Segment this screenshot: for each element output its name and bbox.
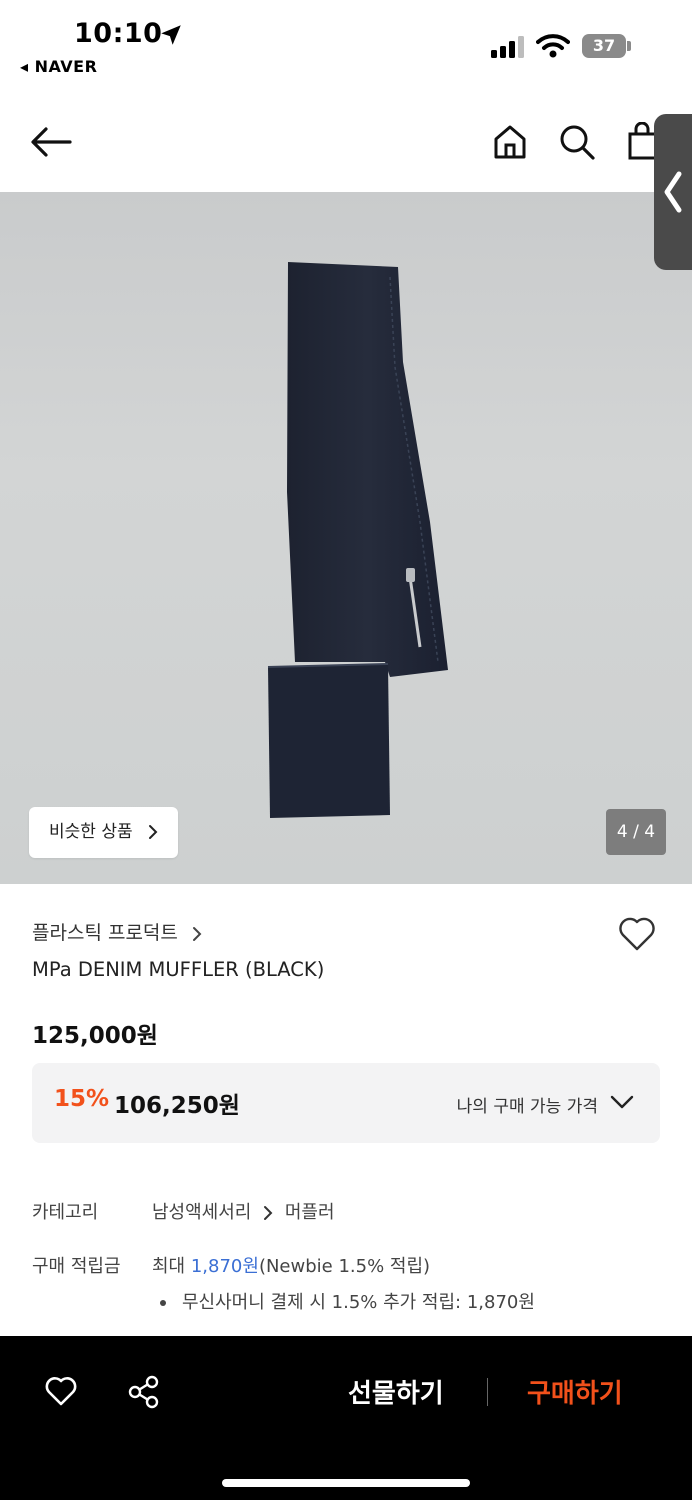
home-icon[interactable] [492,124,528,160]
points-value: 최대 1,870원(Newbie 1.5% 적립) [152,1252,430,1278]
heart-icon[interactable] [617,915,657,953]
points-prefix: 최대 [152,1256,191,1277]
points-bullet-text: 무신사머니 결제 시 1.5% 추가 적립: 1,870원 [182,1292,535,1313]
sale-price-box[interactable]: 15% 106,250원 나의 구매 가능 가격 [32,1063,660,1143]
back-to-app-link[interactable]: ◂ NAVER [20,57,97,76]
search-icon[interactable] [558,123,596,161]
points-amount: 1,870원 [190,1256,259,1277]
arrow-left-icon[interactable] [30,126,72,158]
original-price: 125,000원 [32,1023,158,1049]
chevron-left-icon [664,171,682,213]
battery-icon: 37 [582,34,626,58]
location-arrow-icon [161,25,181,45]
product-title: MPa DENIM MUFFLER (BLACK) [32,958,325,981]
chevron-right-icon [264,1206,273,1220]
brand-link[interactable]: 플라스틱 프로덕트 [32,918,202,945]
sale-price: 106,250원 [114,1093,240,1119]
home-indicator[interactable] [222,1479,470,1487]
category-path: 남성액세서리 머플러 [152,1198,335,1224]
product-photo-scarf [267,262,448,818]
points-bullet: 무신사머니 결제 시 1.5% 추가 적립: 1,870원 [160,1288,535,1314]
points-label: 구매 적립금 [32,1256,121,1277]
heart-icon[interactable] [44,1375,78,1407]
side-panel-tab[interactable] [654,114,692,270]
chevron-right-icon [149,825,158,839]
gift-button[interactable]: 선물하기 [348,1373,444,1410]
buy-button[interactable]: 구매하기 [527,1373,623,1410]
category-label: 카테고리 [32,1202,99,1223]
brand-name: 플라스틱 프로덕트 [32,922,178,944]
discount-percent: 15% [54,1086,110,1112]
shopping-bag-icon[interactable] [626,122,656,160]
wifi-icon [536,34,570,58]
image-page-indicator: 4 / 4 [606,809,666,855]
category-parent[interactable]: 남성액세서리 [152,1202,251,1223]
my-price-label: 나의 구매 가능 가격 [456,1097,598,1117]
product-image[interactable]: 비슷한 상품 4 / 4 [0,192,692,884]
bottom-action-bar: 선물하기 구매하기 [0,1336,692,1500]
share-icon[interactable] [128,1375,160,1409]
battery-tip [627,41,631,51]
signal-icon [491,36,527,58]
similar-products-button[interactable]: 비슷한 상품 [29,807,178,858]
points-suffix: (Newbie 1.5% 적립) [258,1256,431,1277]
chevron-right-icon [192,926,202,941]
category-child[interactable]: 머플러 [285,1202,335,1223]
chevron-down-icon [610,1095,634,1109]
button-divider [487,1378,488,1406]
similar-products-label: 비슷한 상품 [49,822,133,842]
top-nav [0,90,692,192]
bullet-dot [160,1300,166,1306]
status-bar: 10:10 ◂ NAVER 37 [0,0,692,90]
status-time: 10:10 [74,18,163,49]
